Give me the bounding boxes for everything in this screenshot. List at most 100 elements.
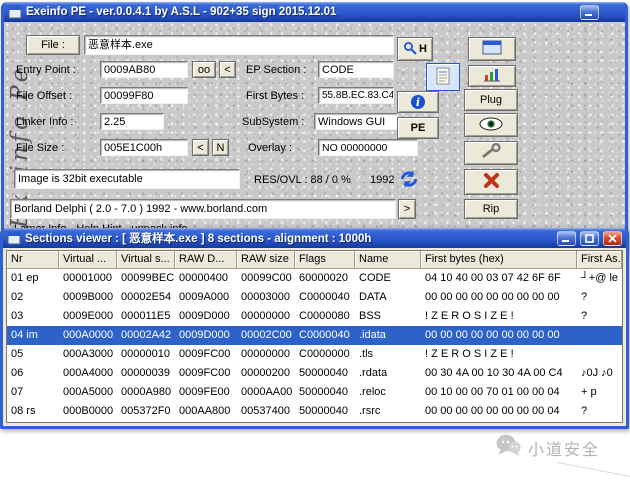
table-cell: 000A0000	[59, 326, 117, 345]
table-cell: 0009D000	[179, 310, 230, 322]
table-cell: ! Z E R O S I Z E !	[425, 310, 514, 322]
table-cell: .rdata	[359, 367, 388, 379]
sections-minimize-button[interactable]	[557, 230, 576, 246]
subsystem-field[interactable]: Windows GUI	[314, 113, 398, 130]
table-cell: 01 ep	[11, 272, 39, 284]
wrench-icon	[479, 142, 503, 163]
table-row[interactable]: 07 000A5000 0000A980 0009FE00 0000AA00 500000…	[7, 383, 622, 402]
table-cell: ?	[581, 291, 588, 303]
column-header[interactable]: Name	[355, 251, 421, 269]
sections-app-icon	[7, 231, 21, 245]
table-cell: 000011E5	[121, 310, 171, 322]
column-header[interactable]: Nr	[7, 251, 59, 269]
eye-button[interactable]	[464, 113, 518, 137]
table-cell: 05	[11, 348, 24, 360]
size-back-button[interactable]: <	[192, 139, 209, 156]
sections-close-button[interactable]	[603, 230, 622, 246]
info-button[interactable]: i	[397, 91, 439, 113]
table-cell: 00099C00	[241, 272, 292, 284]
table-cell: + p	[581, 386, 597, 398]
oo-button[interactable]: oo	[192, 61, 216, 78]
table-cell: ?	[581, 310, 588, 322]
ep-back-button[interactable]: <	[219, 61, 236, 78]
table-cell: 00 00 00 00 00 00 00 00 04	[425, 405, 560, 417]
main-minimize-button[interactable]	[580, 4, 599, 20]
table-cell: 00537400	[241, 405, 290, 417]
more-button[interactable]: >	[398, 199, 416, 219]
notes-button[interactable]	[426, 63, 460, 91]
table-cell: 00 00 00 00 00 00 00 00 00	[425, 291, 560, 303]
detection-field[interactable]: Borland Delphi ( 2.0 - 7.0 ) 1992 - www.…	[10, 199, 396, 219]
file-button[interactable]: File :	[26, 35, 80, 55]
table-cell: 00000039	[121, 367, 170, 379]
table-cell: 50000040	[299, 386, 348, 398]
sections-maximize-button[interactable]	[580, 230, 599, 246]
chat-bubble-icon	[495, 433, 522, 463]
column-header[interactable]: Virtual ...	[59, 251, 117, 269]
window-button[interactable]	[468, 37, 516, 61]
refresh-icon	[398, 168, 420, 193]
red-x-icon	[483, 172, 500, 192]
ep-section-field[interactable]: CODE	[318, 61, 394, 78]
table-cell: 0009FC00	[179, 348, 231, 360]
sections-titlebar[interactable]: Sections viewer : [ 恶意样本.exe ] 8 section…	[3, 228, 626, 248]
table-cell: 000AA800	[179, 405, 231, 417]
res-ovl-label: RES/OVL : 88 / 0 %	[254, 174, 351, 186]
table-cell: .idata	[355, 326, 421, 345]
chart-button[interactable]	[468, 65, 516, 87]
search-button[interactable]: H	[397, 37, 433, 61]
table-cell: ┘+@ le	[581, 272, 619, 284]
pe-button[interactable]: PE	[397, 117, 439, 139]
column-header[interactable]: Virtual s...	[117, 251, 175, 269]
table-cell: 000A3000	[63, 348, 114, 360]
column-header[interactable]: First bytes (hex)	[421, 251, 577, 269]
table-cell: 03	[11, 310, 24, 322]
info-icon: i	[411, 95, 425, 109]
table-cell: 00000400	[179, 272, 228, 284]
table-cell: 00 00 00 00 00 00 00 00 00	[421, 326, 577, 345]
overlay-field[interactable]: NO 00000000	[318, 139, 418, 156]
entry-point-field[interactable]: 0009AB80	[100, 61, 188, 78]
table-cell: 0009B000	[63, 291, 114, 303]
table-row[interactable]: 02 0009B000 00002E54 0009A000 00003000 C00000…	[7, 288, 622, 307]
n-button[interactable]: N	[212, 139, 229, 156]
column-header[interactable]: RAW size	[237, 251, 295, 269]
close-x-button[interactable]	[464, 169, 518, 195]
table-row[interactable]: 01 ep 00001000 00099BEC 00000400 00099C00 600…	[7, 269, 622, 288]
table-cell: 00099BEC	[121, 272, 175, 284]
column-header[interactable]: RAW D...	[175, 251, 237, 269]
column-header[interactable]: Flags	[295, 251, 355, 269]
linker-info-field[interactable]: 2.25	[100, 113, 164, 130]
table-cell	[577, 345, 622, 364]
table-cell: .tls	[359, 348, 374, 360]
table-cell: 0009A000	[179, 291, 230, 303]
table-cell: 04 10 40 00 03 07 42 6F 6F	[425, 272, 561, 284]
table-cell: DATA	[359, 291, 387, 303]
sections-body: 01 ep 00001000 00099BEC 00000400 00099C00 600…	[7, 269, 622, 421]
refresh-button[interactable]	[396, 167, 422, 193]
subsystem-label: SubSystem :	[242, 116, 305, 128]
table-row[interactable]: 03 0009E000 000011E5 0009D000 00000000 C00000…	[7, 307, 622, 326]
plug-button[interactable]: Plug	[464, 89, 518, 111]
table-cell: 00 30 4A 00 10 30 4A 00 C4	[425, 367, 563, 379]
table-row[interactable]: 04 im 000A0000 00002A42 0009D000 00002C00 C00…	[7, 326, 622, 345]
table-cell: 0009FC00	[179, 367, 231, 379]
table-cell: C0000080	[299, 310, 350, 322]
table-row[interactable]: 05 000A3000 00000010 0009FC00 00000000 C00000…	[7, 345, 622, 364]
file-size-field[interactable]: 005E1C00h	[100, 139, 188, 156]
column-header[interactable]: First As...	[577, 251, 622, 269]
table-row[interactable]: 06 000A4000 00000039 0009FC00 00000200 500000…	[7, 364, 622, 383]
file-offset-field[interactable]: 00099F80	[100, 87, 188, 104]
table-cell: .reloc	[359, 386, 386, 398]
main-window-title: Exeinfo PE - ver.0.0.4.1 by A.S.L - 902+…	[26, 6, 337, 18]
main-titlebar[interactable]: Exeinfo PE - ver.0.0.4.1 by A.S.L - 902+…	[4, 2, 625, 22]
table-cell: 02	[11, 291, 24, 303]
wrench-button[interactable]	[464, 141, 518, 165]
first-bytes-field[interactable]: 55.8B.EC.83.C4	[318, 87, 394, 104]
file-name-field[interactable]: 恶意样本.exe	[84, 35, 394, 55]
table-row[interactable]: 08 rs 000B0000 005372F0 000AA800 00537400 500…	[7, 402, 622, 421]
rip-button[interactable]: Rip	[464, 199, 518, 219]
table-cell: 07	[11, 386, 24, 398]
table-cell: 00000000	[241, 348, 290, 360]
main-content: Exeinfo Pe File : 恶意样本.exe Entry Point :…	[4, 22, 625, 251]
